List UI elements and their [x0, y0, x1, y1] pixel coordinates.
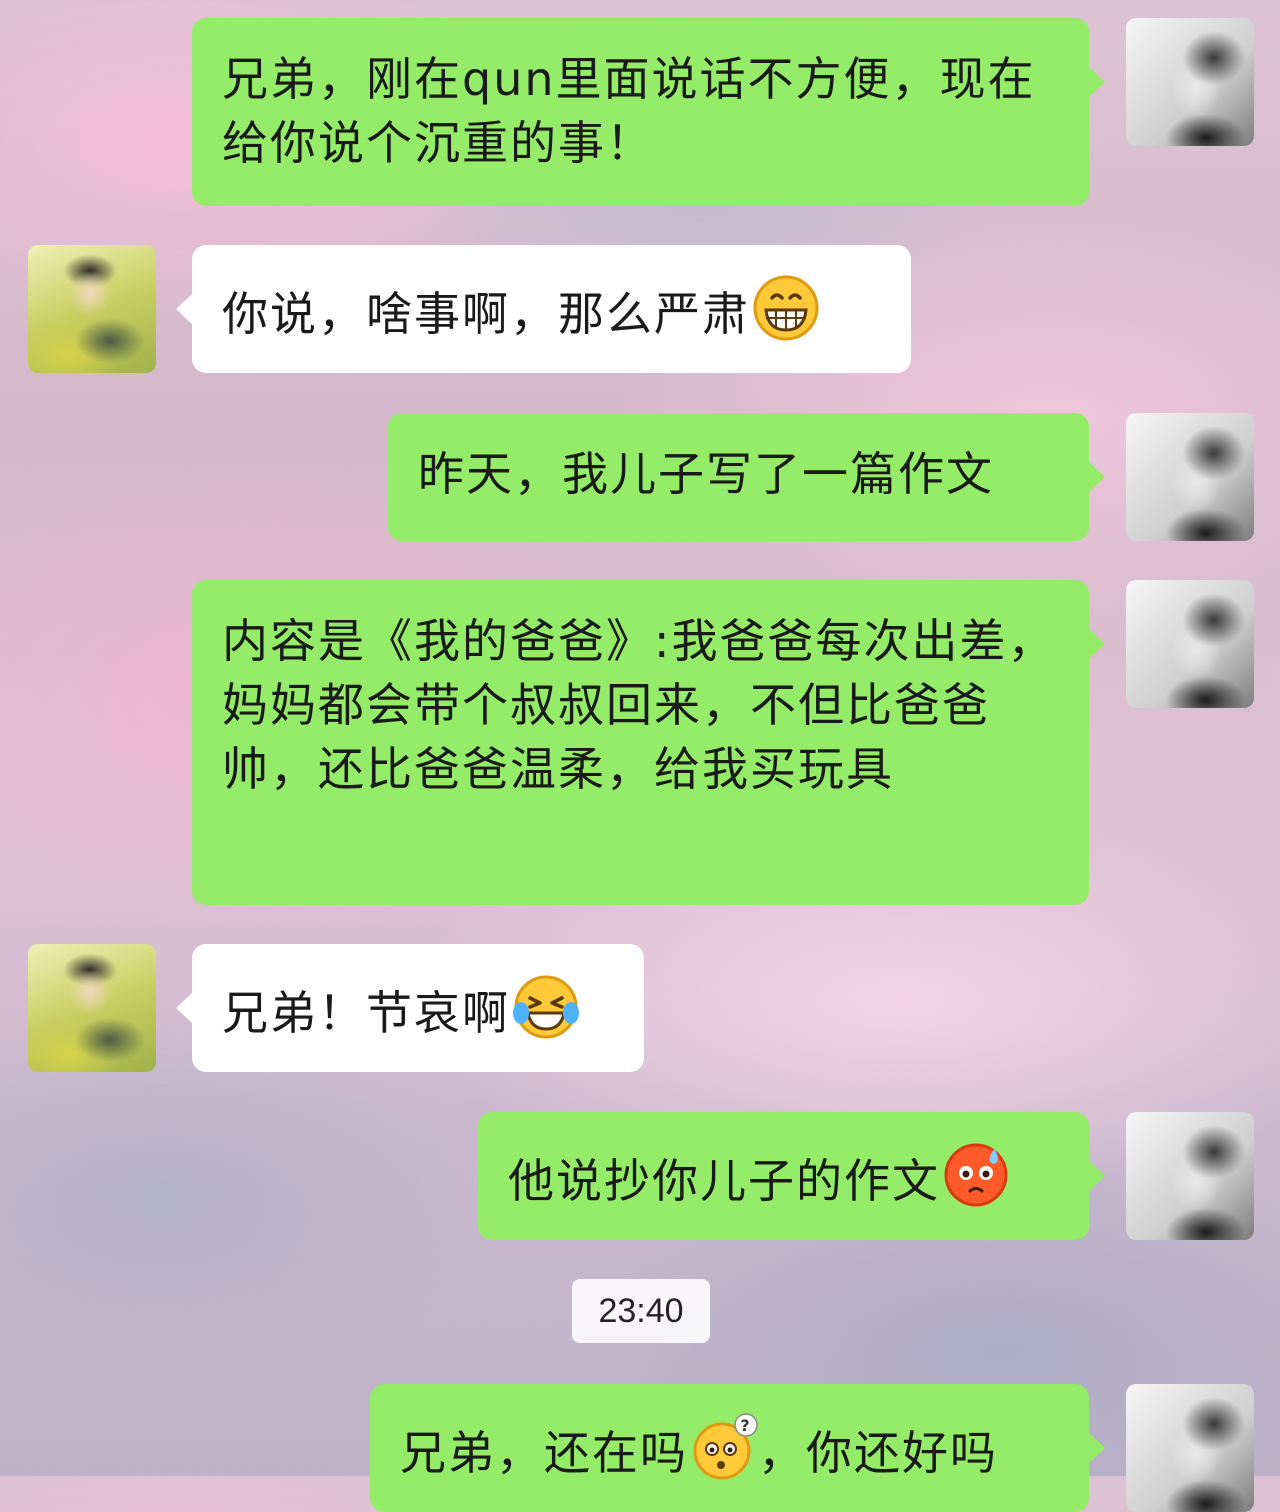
laughing-tears-face-icon: [512, 973, 580, 1057]
message-bubble[interactable]: 昨天，我儿子写了一篇作文: [388, 413, 1105, 541]
message-text: 你说，啥事啊，那么严肃: [222, 287, 750, 341]
message-bubble[interactable]: 你说，啥事啊，那么严肃: [176, 245, 911, 373]
timestamp-badge: 23:40: [572, 1279, 710, 1343]
message-text: 内容是《我的爸爸》:我爸爸每次出差，妈妈都会带个叔叔回来，不但比爸爸帅，还比爸爸…: [222, 614, 1056, 796]
svg-text:?: ?: [740, 1416, 751, 1435]
message-text: 兄弟，刚在qun里面说话不方便，现在给你说个沉重的事！: [222, 52, 1036, 170]
self-avatar[interactable]: [1126, 580, 1254, 708]
grinning-face-icon: [752, 274, 820, 358]
message-bubble[interactable]: 兄弟，还在吗 ? ，你还好吗: [370, 1384, 1105, 1512]
message-bubble[interactable]: 内容是《我的爸爸》:我爸爸每次出差，妈妈都会带个叔叔回来，不但比爸爸帅，还比爸爸…: [192, 580, 1105, 905]
message-bubble[interactable]: 兄弟，刚在qun里面说话不方便，现在给你说个沉重的事！: [192, 18, 1105, 206]
message-text-after: ，你还好吗: [758, 1426, 998, 1480]
message-text: 兄弟！节哀啊: [222, 986, 510, 1040]
self-avatar[interactable]: [1126, 1384, 1254, 1512]
self-avatar[interactable]: [1126, 413, 1254, 541]
self-avatar[interactable]: [1126, 1112, 1254, 1240]
friend-avatar[interactable]: [28, 944, 156, 1072]
message-text: 昨天，我儿子写了一篇作文: [418, 447, 994, 501]
message-bubble[interactable]: 他说抄你儿子的作文: [478, 1112, 1105, 1240]
flushed-sweat-face-icon: [942, 1141, 1010, 1225]
message-bubble[interactable]: 兄弟！节哀啊: [176, 944, 644, 1072]
message-text: 兄弟，还在吗: [400, 1426, 688, 1480]
friend-avatar[interactable]: [28, 245, 156, 373]
message-text: 他说抄你儿子的作文: [508, 1154, 940, 1208]
confused-question-face-icon: ?: [690, 1413, 758, 1497]
self-avatar[interactable]: [1126, 18, 1254, 146]
